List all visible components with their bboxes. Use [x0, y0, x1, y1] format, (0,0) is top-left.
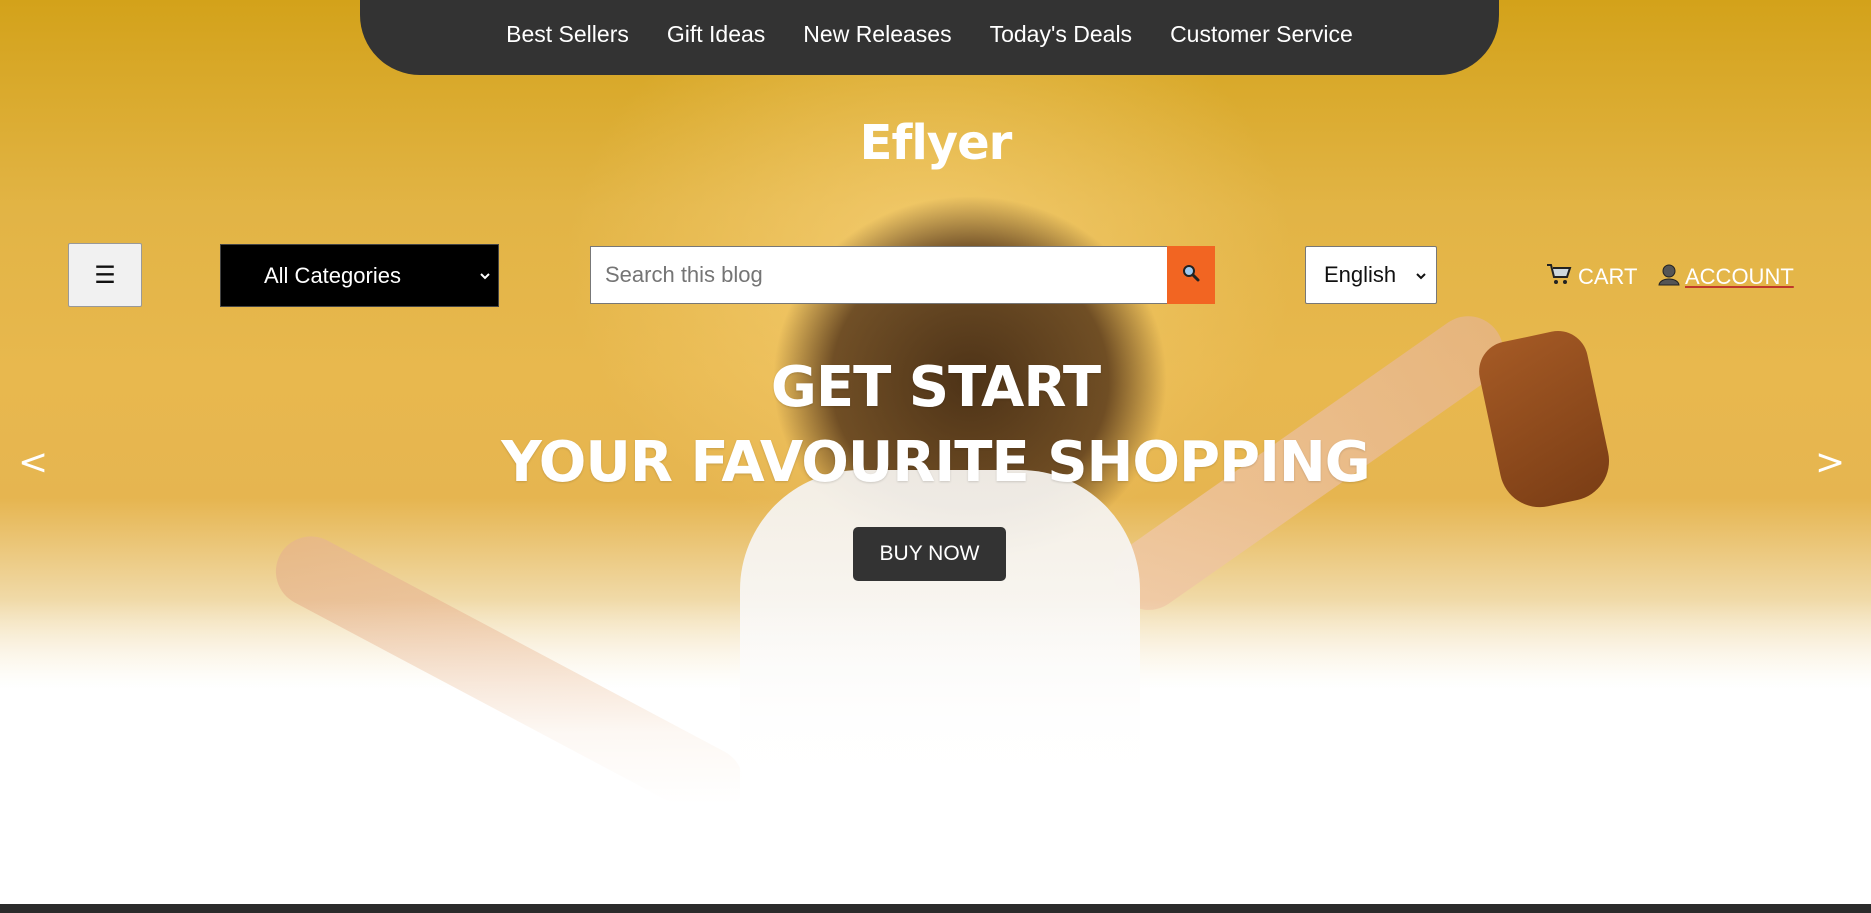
nav-gift-ideas[interactable]: Gift Ideas: [667, 21, 765, 48]
hamburger-menu-button[interactable]: ☰: [68, 243, 142, 307]
category-select-value: All Categories: [264, 262, 401, 288]
search-button[interactable]: [1167, 246, 1215, 304]
hero-headline-line2: YOUR FAVOURITE SHOPPING: [501, 430, 1371, 495]
cart-label: CART: [1578, 264, 1638, 289]
nav-customer-service[interactable]: Customer Service: [1170, 21, 1353, 48]
brand-logo[interactable]: Eflyer: [0, 115, 1871, 171]
nav-todays-deals[interactable]: Today's Deals: [990, 21, 1132, 48]
account-link[interactable]: ACCOUNT: [1657, 262, 1794, 292]
hero-fade: [0, 600, 1871, 830]
chevron-down-icon: [480, 267, 490, 283]
hero-headline-line1: GET START: [770, 355, 1101, 420]
buy-now-button[interactable]: BUY NOW: [853, 527, 1006, 581]
hamburger-icon: ☰: [94, 261, 116, 289]
footer-strip: [0, 904, 1871, 913]
user-icon: [1657, 262, 1681, 292]
account-label: ACCOUNT: [1685, 264, 1794, 289]
search-placeholder: Search this blog: [605, 262, 763, 287]
nav-new-releases[interactable]: New Releases: [803, 21, 951, 48]
category-select[interactable]: All Categories: [220, 244, 499, 307]
nav-best-sellers[interactable]: Best Sellers: [506, 21, 629, 48]
language-select-value: English: [1324, 262, 1397, 287]
shopping-cart-icon: [1546, 262, 1572, 292]
chevron-down-icon: [1416, 267, 1426, 283]
search-input[interactable]: Search this blog: [590, 246, 1168, 304]
search-icon: [1182, 264, 1200, 286]
cart-link[interactable]: CART: [1546, 262, 1638, 292]
top-navigation: Best Sellers Gift Ideas New Releases Tod…: [360, 0, 1499, 75]
language-select[interactable]: English: [1305, 246, 1437, 304]
